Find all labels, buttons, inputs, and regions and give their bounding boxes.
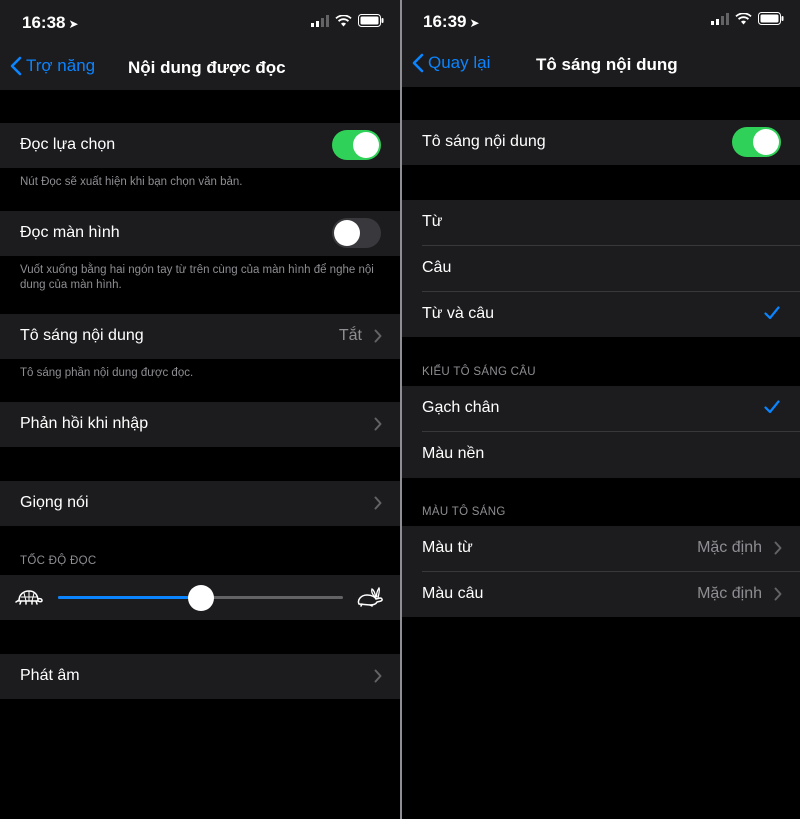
- checkmark-icon: [764, 306, 780, 320]
- toggle-knob: [753, 129, 779, 155]
- checkmark-icon: [764, 400, 780, 414]
- speak-screen-footer: Vuốt xuống bằng hai ngón tay từ trên cùn…: [20, 264, 374, 291]
- option-label: Câu: [422, 259, 452, 276]
- chevron-right-icon: [774, 541, 782, 555]
- speak-selection-footer: Nút Đọc sẽ xuất hiện khi bạn chọn văn bả…: [20, 176, 243, 188]
- location-arrow-icon: ➤: [68, 17, 79, 31]
- option-label: Từ và câu: [422, 305, 495, 322]
- typing-feedback-row[interactable]: Phản hồi khi nhập: [0, 402, 400, 447]
- option-label: Gạch chân: [422, 399, 500, 416]
- highlight-content-row[interactable]: Tô sáng nội dung Tắt: [0, 314, 400, 359]
- pronunciations-row[interactable]: Phát âm: [0, 654, 400, 699]
- speaking-rate-row: [0, 575, 400, 620]
- status-bar: 16:38 ➤: [0, 0, 400, 46]
- status-time-text: 16:38: [22, 13, 66, 32]
- voices-label: Giọng nói: [20, 494, 89, 511]
- chevron-left-icon: [10, 56, 22, 76]
- chevron-right-icon: [374, 669, 382, 683]
- speaking-rate-header: TỐC ĐỘ ĐỌC: [20, 555, 97, 567]
- status-time: 16:39 ➤: [423, 12, 480, 32]
- battery-icon: [758, 12, 784, 25]
- highlight-color-header: MÀU TÔ SÁNG: [422, 506, 506, 518]
- speak-screen-row: Đọc màn hình: [0, 211, 400, 256]
- option-row-sentence[interactable]: Câu: [402, 246, 800, 292]
- voices-row[interactable]: Giọng nói: [0, 481, 400, 526]
- wifi-icon: [335, 14, 352, 26]
- highlight-content-toggle[interactable]: [732, 127, 781, 157]
- speak-selection-row: Đọc lựa chọn: [0, 123, 400, 168]
- speak-screen-toggle[interactable]: [332, 218, 381, 248]
- back-button-label: Quay lại: [428, 53, 491, 72]
- nav-bar: Quay lại Tô sáng nội dung: [402, 43, 800, 87]
- status-bar: 16:39 ➤: [402, 0, 800, 43]
- option-row-word-and-sentence[interactable]: Từ và câu: [402, 292, 800, 337]
- cellular-signal-icon: [711, 12, 729, 25]
- right-screen: 16:39 ➤ Quay lại Tô sáng nội dung Tô sáng…: [402, 0, 800, 819]
- chevron-right-icon: [374, 417, 382, 431]
- speaking-rate-slider-thumb[interactable]: [187, 585, 214, 611]
- option-row-word[interactable]: Từ: [402, 200, 800, 246]
- back-button-label: Trợ năng: [26, 56, 96, 75]
- chevron-right-icon: [374, 496, 382, 510]
- speaking-rate-slider-fill: [58, 596, 201, 599]
- highlight-content-row: Tô sáng nội dung: [402, 120, 800, 165]
- speak-selection-toggle[interactable]: [332, 130, 381, 160]
- speak-selection-label: Đọc lựa chọn: [20, 136, 116, 153]
- highlight-content-footer: Tô sáng phần nội dung được đọc.: [20, 367, 194, 379]
- chevron-right-icon: [374, 329, 382, 343]
- status-time-text: 16:39: [423, 12, 467, 31]
- wifi-icon: [735, 12, 752, 24]
- battery-icon: [358, 14, 384, 27]
- rabbit-icon: [357, 587, 383, 607]
- option-label: Màu nền: [422, 445, 485, 462]
- sentence-style-background-row[interactable]: Màu nền: [402, 432, 800, 478]
- page-title: Nội dung được đọc: [128, 58, 286, 77]
- sentence-color-label: Màu câu: [422, 585, 484, 602]
- word-color-row[interactable]: Màu từ Mặc định: [402, 526, 800, 572]
- back-button[interactable]: Trợ năng: [10, 56, 95, 76]
- highlight-content-label: Tô sáng nội dung: [20, 327, 144, 344]
- cellular-signal-icon: [311, 14, 329, 27]
- pronunciations-label: Phát âm: [20, 667, 80, 684]
- chevron-right-icon: [774, 587, 782, 601]
- toggle-knob: [334, 220, 360, 246]
- highlight-content-value: Tắt: [338, 327, 362, 344]
- sentence-style-underline-row[interactable]: Gạch chân: [402, 386, 800, 432]
- toggle-knob: [353, 132, 379, 158]
- word-color-label: Màu từ: [422, 539, 473, 556]
- nav-bar: Trợ năng Nội dung được đọc: [0, 46, 400, 90]
- location-arrow-icon: ➤: [469, 16, 480, 30]
- turtle-icon: [15, 590, 43, 605]
- sentence-style-header: KIỂU TÔ SÁNG CÂU: [422, 366, 536, 378]
- option-label: Từ: [422, 213, 443, 230]
- back-button[interactable]: Quay lại: [412, 53, 490, 73]
- page-title: Tô sáng nội dung: [536, 55, 678, 74]
- speak-screen-label: Đọc màn hình: [20, 224, 120, 241]
- typing-feedback-label: Phản hồi khi nhập: [20, 415, 149, 432]
- status-time: 16:38 ➤: [22, 13, 79, 33]
- sentence-color-value: Mặc định: [697, 585, 762, 602]
- left-screen: 16:38 ➤ Trợ năng Nội dung được đọc Đọc lự…: [0, 0, 400, 819]
- highlight-content-label: Tô sáng nội dung: [422, 133, 546, 150]
- word-color-value: Mặc định: [697, 539, 762, 556]
- chevron-left-icon: [412, 53, 424, 73]
- sentence-color-row[interactable]: Màu câu Mặc định: [402, 572, 800, 617]
